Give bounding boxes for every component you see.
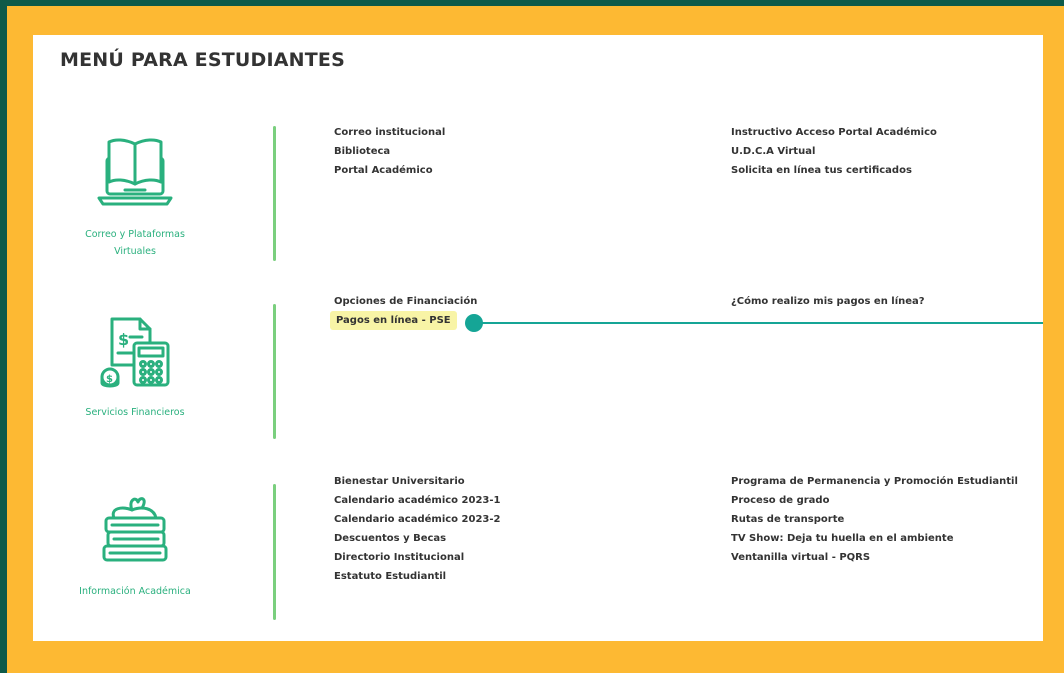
link-proceso-grado[interactable]: Proceso de grado	[731, 491, 1018, 510]
link-certificados[interactable]: Solicita en línea tus certificados	[731, 161, 937, 180]
svg-text:$: $	[106, 374, 113, 385]
link-instructivo-portal[interactable]: Instructivo Acceso Portal Académico	[731, 123, 937, 142]
link-descuentos-becas[interactable]: Descuentos y Becas	[334, 529, 500, 548]
link-tv-show[interactable]: TV Show: Deja tu huella en el ambiente	[731, 529, 1018, 548]
section-divider	[273, 126, 276, 261]
frame-left-edge	[0, 0, 7, 673]
books-stack-icon	[102, 497, 168, 562]
link-pagos-en-linea-pse[interactable]: Pagos en línea - PSE	[330, 311, 477, 330]
page-title: MENÚ PARA ESTUDIANTES	[60, 49, 345, 71]
svg-text:$: $	[118, 330, 129, 349]
link-bienestar[interactable]: Bienestar Universitario	[334, 472, 500, 491]
link-permanencia[interactable]: Programa de Permanencia y Promoción Estu…	[731, 472, 1018, 491]
link-opciones-financiacion[interactable]: Opciones de Financiación	[334, 292, 477, 311]
category-label-servicios: Servicios Financieros	[55, 404, 215, 421]
link-biblioteca[interactable]: Biblioteca	[334, 142, 445, 161]
category-label-line: Información Académica	[79, 586, 191, 597]
laptop-book-icon	[97, 138, 173, 206]
links-correo-col2: Instructivo Acceso Portal Académico U.D.…	[731, 123, 937, 180]
frame-top-edge	[0, 0, 1064, 6]
link-correo-institucional[interactable]: Correo institucional	[334, 123, 445, 142]
links-servicios-col1: Opciones de Financiación Pagos en línea …	[330, 292, 477, 330]
section-divider	[273, 304, 276, 439]
link-calendario-2023-1[interactable]: Calendario académico 2023-1	[334, 491, 500, 510]
category-label-line: Virtuales	[114, 246, 156, 257]
link-udca-virtual[interactable]: U.D.C.A Virtual	[731, 142, 937, 161]
callout-pointer-line	[482, 322, 1043, 324]
highlight-marker: Pagos en línea - PSE	[330, 311, 457, 330]
link-calendario-2023-2[interactable]: Calendario académico 2023-2	[334, 510, 500, 529]
link-portal-academico[interactable]: Portal Académico	[334, 161, 445, 180]
links-correo-col1: Correo institucional Biblioteca Portal A…	[334, 123, 445, 180]
link-ventanilla-pqrs[interactable]: Ventanilla virtual - PQRS	[731, 548, 1018, 567]
links-informacion-col2: Programa de Permanencia y Promoción Estu…	[731, 472, 1018, 567]
links-informacion-col1: Bienestar Universitario Calendario acadé…	[334, 472, 500, 586]
category-label-informacion: Información Académica	[55, 583, 215, 600]
link-estatuto[interactable]: Estatuto Estudiantil	[334, 567, 500, 586]
link-directorio[interactable]: Directorio Institucional	[334, 548, 500, 567]
callout-pointer-dot	[465, 314, 483, 332]
calculator-money-icon: $ $	[100, 317, 170, 388]
category-label-correo: Correo y Plataformas Virtuales	[55, 226, 215, 260]
section-divider	[273, 484, 276, 620]
link-como-realizo-pagos[interactable]: ¿Cómo realizo mis pagos en línea?	[731, 292, 925, 311]
links-servicios-col2: ¿Cómo realizo mis pagos en línea?	[731, 292, 925, 311]
category-label-line: Servicios Financieros	[85, 407, 185, 418]
category-label-line: Correo y Plataformas	[85, 229, 185, 240]
student-menu-panel: MENÚ PARA ESTUDIANTES Correo y Plataform…	[33, 35, 1043, 641]
link-rutas-transporte[interactable]: Rutas de transporte	[731, 510, 1018, 529]
